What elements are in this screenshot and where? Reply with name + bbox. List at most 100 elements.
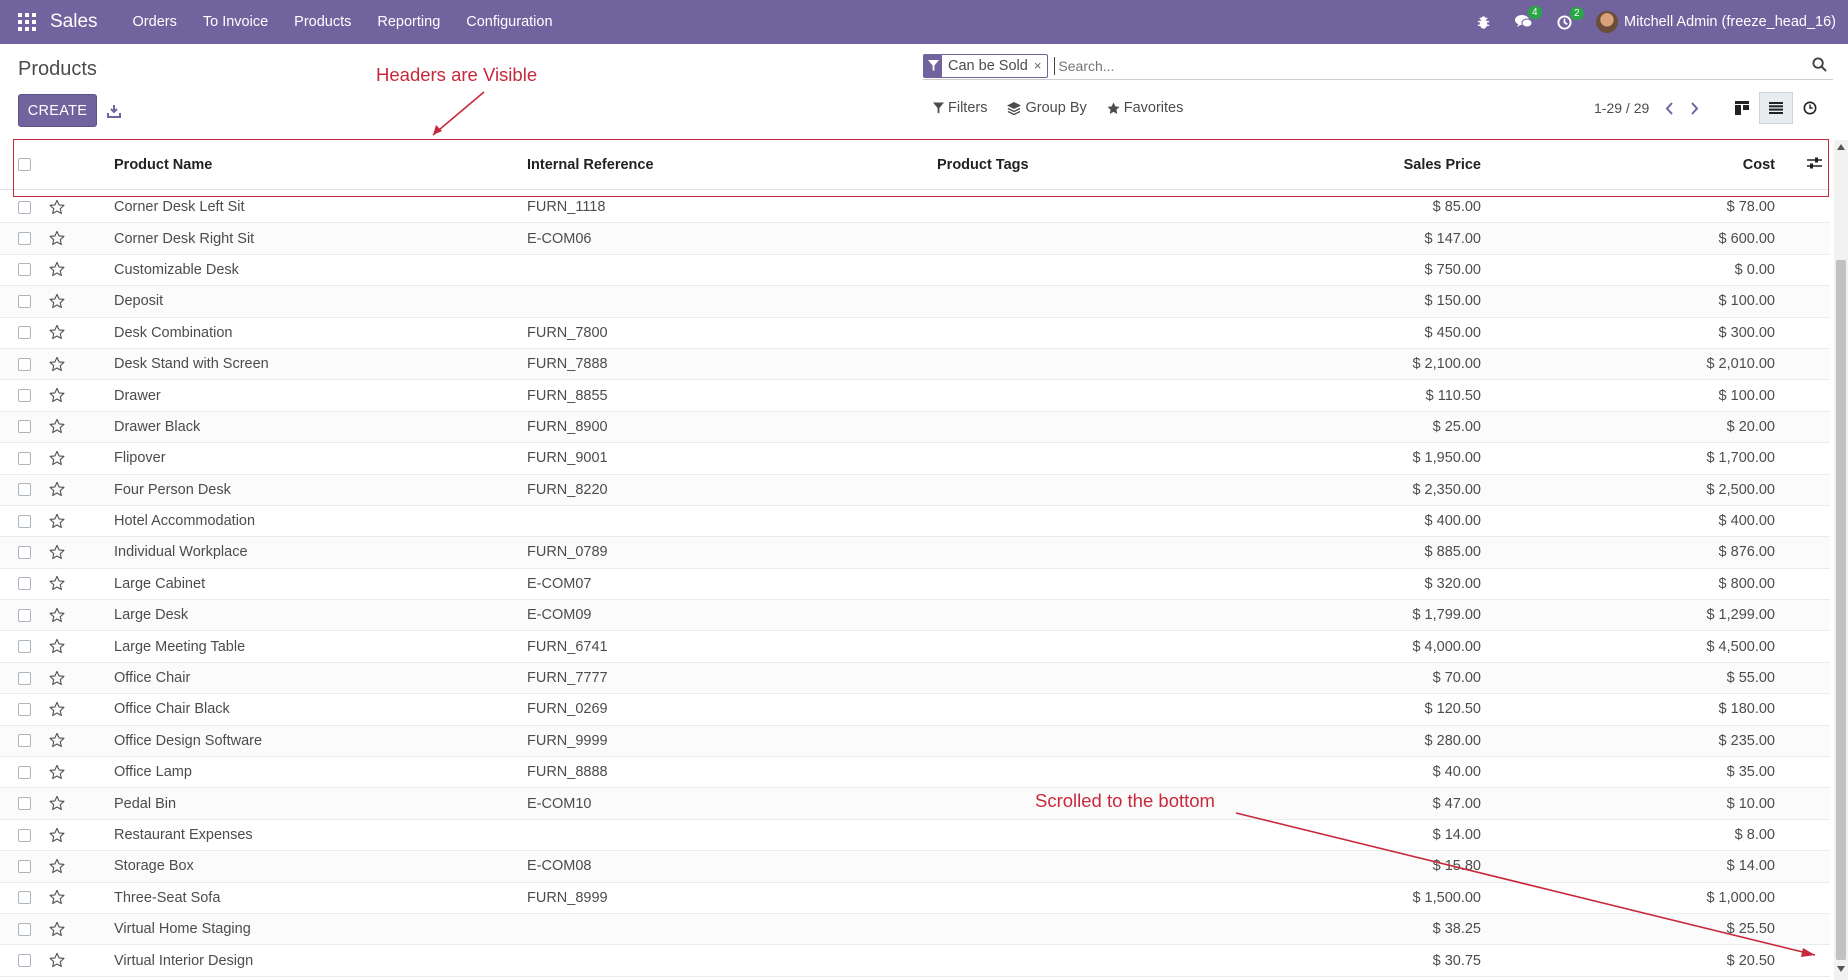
- favorite-star-icon[interactable]: [48, 889, 68, 906]
- favorite-star-icon[interactable]: [48, 230, 68, 247]
- select-all-checkbox[interactable]: [18, 158, 31, 171]
- cell-product-name[interactable]: Storage Box: [114, 858, 194, 874]
- cell-sales-price[interactable]: $ 2,350.00: [1412, 482, 1481, 498]
- cell-internal-reference[interactable]: FURN_7777: [527, 670, 608, 686]
- cell-internal-reference[interactable]: FURN_0269: [527, 701, 608, 717]
- cell-sales-price[interactable]: $ 400.00: [1425, 513, 1481, 529]
- table-row[interactable]: Desk Combination FURN_7800 $ 450.00 $ 300.0…: [0, 317, 1830, 349]
- table-row[interactable]: Storage Box E-COM08 $ 15.80 $ 14.00: [0, 851, 1830, 883]
- cell-sales-price[interactable]: $ 120.50: [1425, 701, 1481, 717]
- cell-sales-price[interactable]: $ 147.00: [1425, 231, 1481, 247]
- row-checkbox[interactable]: [18, 420, 31, 434]
- cell-product-name[interactable]: Four Person Desk: [114, 482, 231, 498]
- cell-cost[interactable]: $ 1,299.00: [1706, 607, 1775, 623]
- cell-internal-reference[interactable]: FURN_9999: [527, 733, 608, 749]
- table-row[interactable]: Virtual Interior Design $ 30.75 $ 20.50: [0, 945, 1830, 977]
- favorite-star-icon[interactable]: [48, 293, 68, 310]
- table-row[interactable]: Customizable Desk $ 750.00 $ 0.00: [0, 254, 1830, 287]
- cell-cost[interactable]: $ 10.00: [1727, 796, 1775, 812]
- cell-product-name[interactable]: Virtual Interior Design: [114, 953, 253, 969]
- cell-sales-price[interactable]: $ 150.00: [1425, 293, 1481, 309]
- cell-sales-price[interactable]: $ 15.80: [1433, 858, 1481, 874]
- row-checkbox[interactable]: [18, 232, 31, 246]
- row-checkbox[interactable]: [18, 608, 31, 622]
- table-row[interactable]: Deposit $ 150.00 $ 100.00: [0, 286, 1830, 318]
- cell-cost[interactable]: $ 8.00: [1735, 827, 1775, 843]
- cell-internal-reference[interactable]: FURN_8900: [527, 419, 608, 435]
- favorite-star-icon[interactable]: [48, 701, 68, 718]
- cell-sales-price[interactable]: $ 320.00: [1425, 576, 1481, 592]
- row-checkbox[interactable]: [18, 326, 31, 340]
- cell-internal-reference[interactable]: FURN_9001: [527, 450, 608, 466]
- filters-dropdown[interactable]: Filters: [933, 100, 987, 116]
- favorite-star-icon[interactable]: [48, 544, 68, 561]
- cell-internal-reference[interactable]: FURN_8220: [527, 482, 608, 498]
- row-checkbox[interactable]: [18, 954, 31, 968]
- page-title[interactable]: Products: [18, 58, 97, 81]
- cell-product-name[interactable]: Office Chair: [114, 670, 190, 686]
- row-checkbox[interactable]: [18, 577, 31, 591]
- cell-internal-reference[interactable]: FURN_1118: [527, 199, 605, 215]
- activities-clock-icon[interactable]: 2: [1557, 6, 1584, 30]
- row-checkbox[interactable]: [18, 483, 31, 497]
- activity-view-icon[interactable]: [1793, 92, 1827, 124]
- cell-product-name[interactable]: Customizable Desk: [114, 262, 239, 278]
- cell-sales-price[interactable]: $ 2,100.00: [1412, 356, 1481, 372]
- cell-sales-price[interactable]: $ 14.00: [1433, 827, 1481, 843]
- cell-product-name[interactable]: Large Meeting Table: [114, 639, 245, 655]
- cell-product-name[interactable]: Hotel Accommodation: [114, 513, 255, 529]
- kanban-view-icon[interactable]: [1725, 92, 1759, 124]
- cell-sales-price[interactable]: $ 750.00: [1425, 262, 1481, 278]
- cell-internal-reference[interactable]: FURN_8855: [527, 388, 608, 404]
- cell-sales-price[interactable]: $ 47.00: [1433, 796, 1481, 812]
- cell-cost[interactable]: $ 1,700.00: [1706, 450, 1775, 466]
- cell-sales-price[interactable]: $ 1,950.00: [1412, 450, 1481, 466]
- cell-cost[interactable]: $ 78.00: [1727, 199, 1775, 215]
- scroll-down-arrow-icon[interactable]: [1834, 966, 1848, 976]
- header-internal-reference[interactable]: Internal Reference: [527, 157, 654, 173]
- favorite-star-icon[interactable]: [48, 513, 68, 530]
- cell-cost[interactable]: $ 100.00: [1719, 388, 1775, 404]
- row-checkbox[interactable]: [18, 545, 31, 559]
- menu-to-invoice[interactable]: To Invoice: [203, 14, 268, 30]
- favorite-star-icon[interactable]: [48, 952, 68, 969]
- download-icon[interactable]: [104, 99, 124, 123]
- cell-product-name[interactable]: Drawer: [114, 388, 161, 404]
- cell-sales-price[interactable]: $ 280.00: [1425, 733, 1481, 749]
- favorite-star-icon[interactable]: [48, 450, 68, 467]
- favorite-star-icon[interactable]: [48, 858, 68, 875]
- cell-cost[interactable]: $ 14.00: [1727, 858, 1775, 874]
- debug-bug-icon[interactable]: [1476, 15, 1491, 30]
- row-checkbox[interactable]: [18, 294, 31, 308]
- cell-product-name[interactable]: Restaurant Expenses: [114, 827, 253, 843]
- cell-cost[interactable]: $ 4,500.00: [1706, 639, 1775, 655]
- groupby-dropdown[interactable]: Group By: [1007, 100, 1087, 116]
- table-row[interactable]: Restaurant Expenses $ 14.00 $ 8.00: [0, 819, 1830, 852]
- cell-sales-price[interactable]: $ 40.00: [1433, 764, 1481, 780]
- optional-columns-icon[interactable]: [1807, 156, 1822, 174]
- cell-internal-reference[interactable]: E-COM07: [527, 576, 591, 592]
- table-row[interactable]: Office Design Software FURN_9999 $ 280.00 $…: [0, 725, 1830, 758]
- cell-internal-reference[interactable]: FURN_8888: [527, 764, 608, 780]
- cell-product-name[interactable]: Office Lamp: [114, 764, 192, 780]
- cell-product-name[interactable]: Desk Combination: [114, 325, 232, 341]
- row-checkbox[interactable]: [18, 859, 31, 873]
- cell-internal-reference[interactable]: E-COM06: [527, 231, 591, 247]
- messages-icon[interactable]: 4: [1515, 6, 1542, 30]
- search-facet[interactable]: Can be Sold ×: [923, 53, 1049, 78]
- cell-sales-price[interactable]: $ 25.00: [1433, 419, 1481, 435]
- cell-product-name[interactable]: Corner Desk Right Sit: [114, 231, 254, 247]
- table-row[interactable]: Office Chair FURN_7777 $ 70.00 $ 55.00: [0, 662, 1830, 695]
- favorite-star-icon[interactable]: [48, 670, 68, 687]
- cell-product-name[interactable]: Corner Desk Left Sit: [114, 199, 245, 215]
- cell-cost[interactable]: $ 55.00: [1727, 670, 1775, 686]
- cell-internal-reference[interactable]: E-COM08: [527, 858, 591, 874]
- favorite-star-icon[interactable]: [48, 324, 68, 341]
- cell-cost[interactable]: $ 35.00: [1727, 764, 1775, 780]
- header-sales-price[interactable]: Sales Price: [1404, 157, 1481, 173]
- table-row[interactable]: Virtual Home Staging $ 38.25 $ 25.50: [0, 913, 1830, 946]
- row-checkbox[interactable]: [18, 922, 31, 936]
- app-name[interactable]: Sales: [50, 11, 98, 33]
- cell-cost[interactable]: $ 400.00: [1719, 513, 1775, 529]
- cell-product-name[interactable]: Individual Workplace: [114, 544, 248, 560]
